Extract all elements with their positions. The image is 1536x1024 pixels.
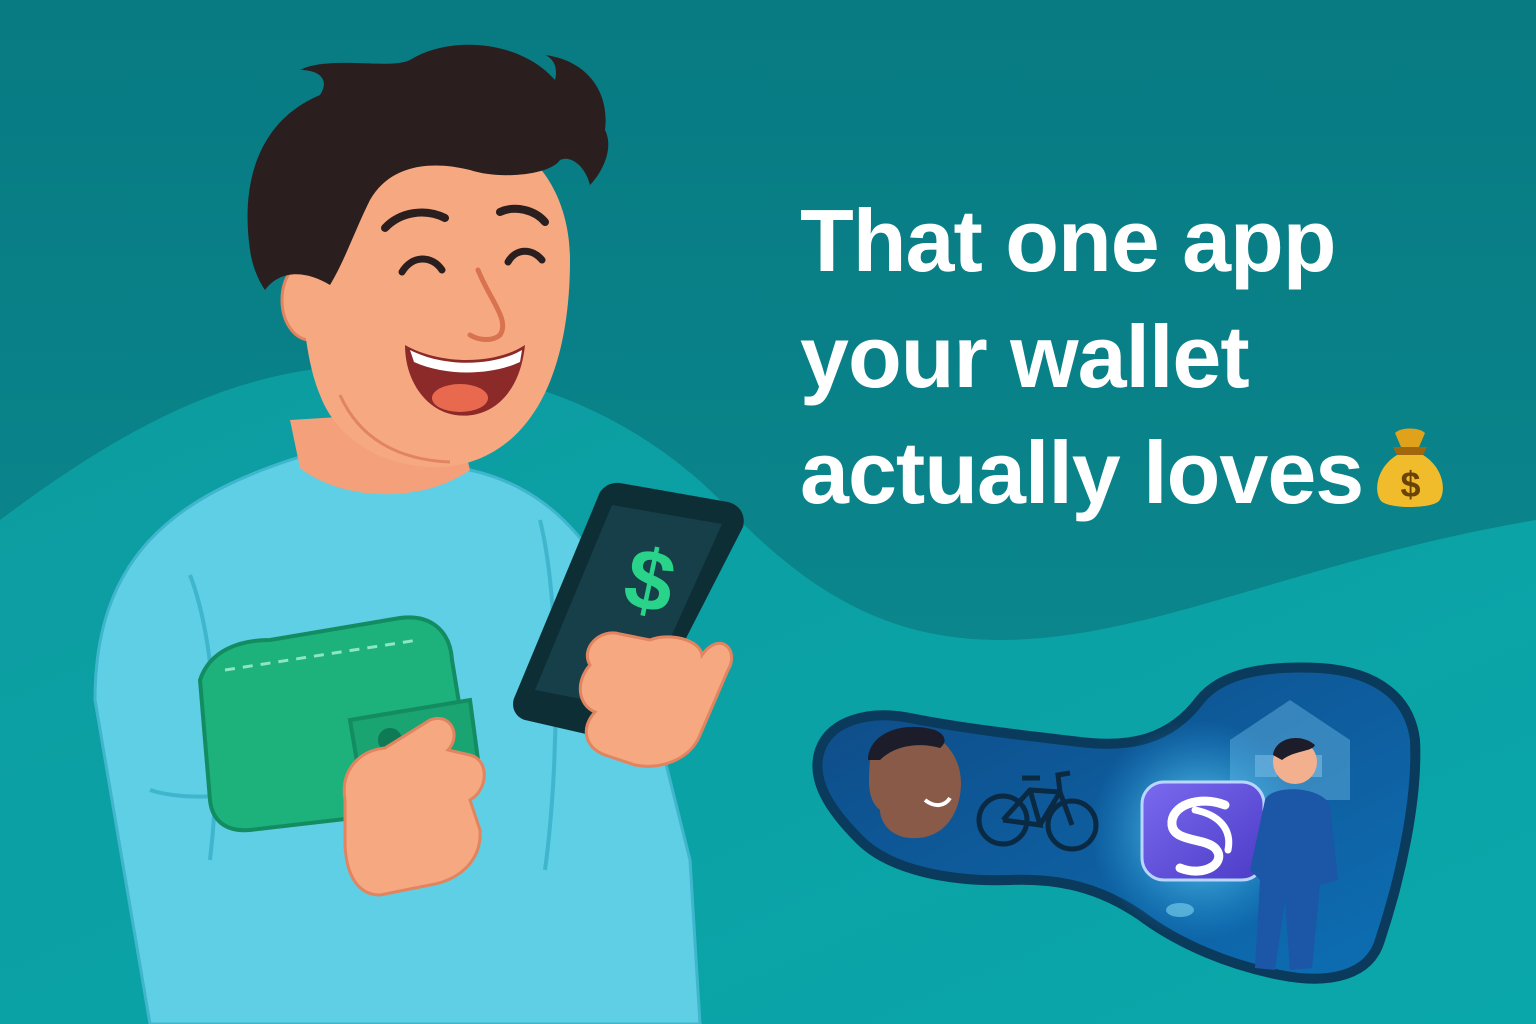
headline-line-2: your wallet bbox=[800, 307, 1250, 406]
headline: That one app your wallet actually loves … bbox=[800, 183, 1500, 531]
money-bag-dollar: $ bbox=[1401, 464, 1421, 505]
hero-banner: $ That one app your wallet actually love… bbox=[0, 0, 1536, 1024]
headline-line-1: That one app bbox=[800, 191, 1337, 290]
headline-line-3-text: actually loves bbox=[800, 423, 1364, 522]
money-bag-icon: $ bbox=[1377, 428, 1444, 507]
headline-line-3: actually loves $ bbox=[800, 415, 1500, 531]
app-logo-icon bbox=[1140, 780, 1266, 882]
